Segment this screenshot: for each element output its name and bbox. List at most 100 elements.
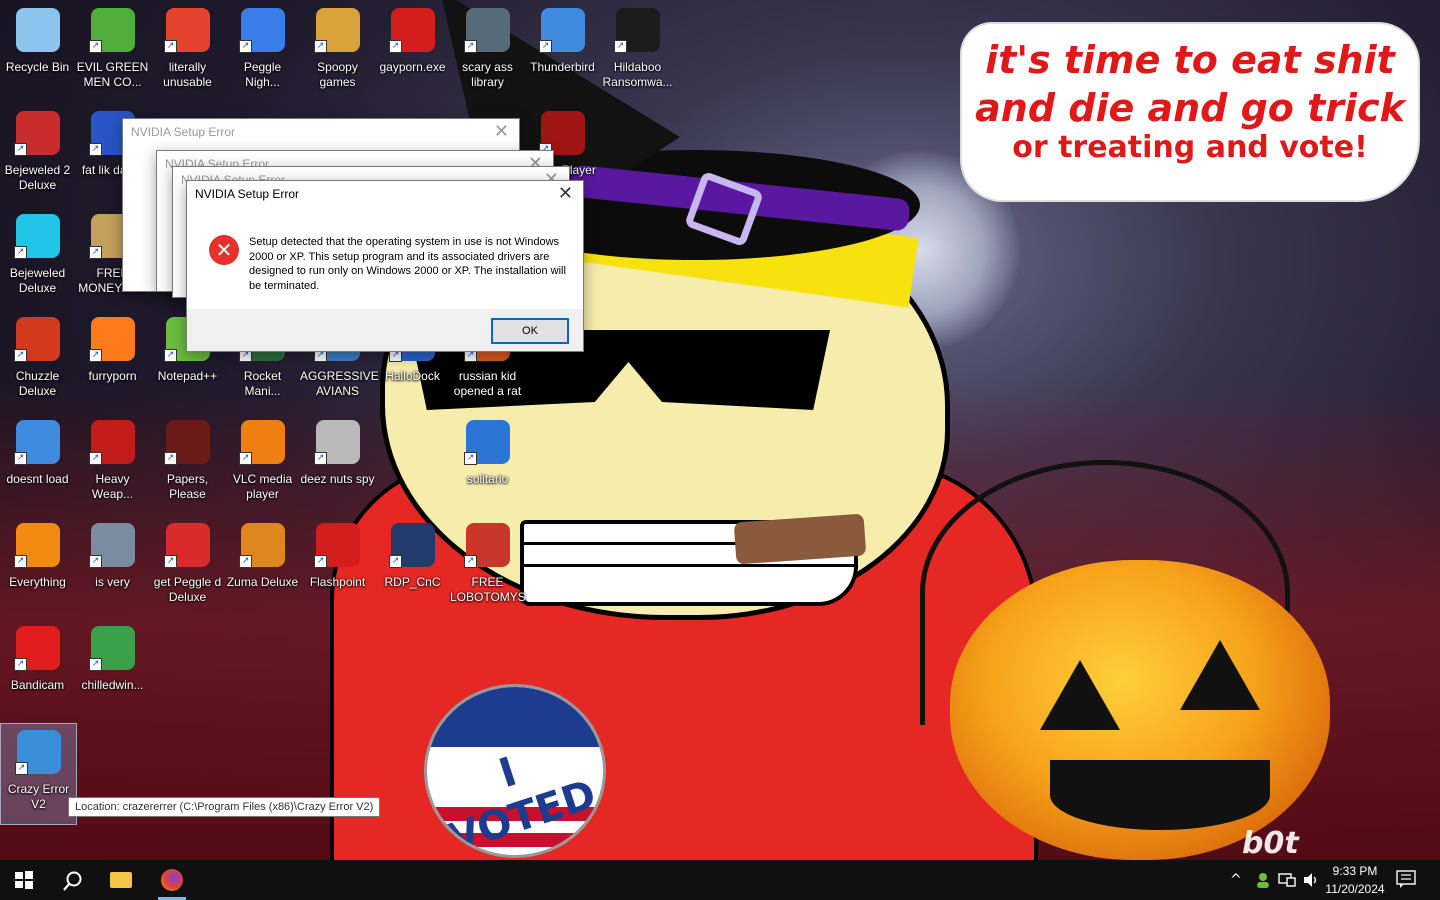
desktop-icon-thunderbird[interactable]: ↗ Thunderbird: [525, 2, 600, 102]
shortcut-arrow-icon: ↗: [314, 40, 327, 53]
desktop-icon-zuma[interactable]: ↗ Zuma Deluxe: [225, 517, 300, 617]
shortcut-arrow-icon: ↗: [614, 40, 627, 53]
desktop-icon-shield-m[interactable]: ↗ is very: [75, 517, 150, 617]
desktop-icon-radiation[interactable]: ↗ Heavy Weap...: [75, 414, 150, 514]
desktop-icon-firefox[interactable]: ↗ furryporn: [75, 311, 150, 411]
desktop-icon-label: Heavy Weap...: [91, 472, 134, 501]
desktop-icon-label: doesnt load: [6, 472, 69, 486]
desktop-icon-recycle-bin[interactable]: Recycle Bin: [0, 2, 75, 102]
recycle-bin-icon: [16, 8, 60, 52]
desktop-icon-flash[interactable]: ↗ gayporn.exe: [375, 2, 450, 102]
bubble-line-2: and die and go trick: [975, 86, 1405, 130]
firefox-icon: [161, 869, 183, 891]
notification-icon: [1396, 870, 1416, 888]
pumpkin-mouth: [1050, 760, 1270, 830]
shortcut-arrow-icon: ↗: [89, 349, 102, 362]
desktop-icon-windows-stack[interactable]: ↗ deez nuts spy: [300, 414, 375, 514]
shortcut-arrow-icon: ↗: [239, 555, 252, 568]
desktop-icon-magnifier[interactable]: ↗ Everything: [0, 517, 75, 617]
error-icon: ✕: [209, 235, 239, 265]
desktop-icon-cards[interactable]: ↗ solitario: [450, 414, 525, 514]
desktop-icon-bejeweled2[interactable]: ↗ Bejeweled 2 Deluxe: [0, 105, 75, 205]
desktop-icon-rdp[interactable]: ↗ RDP_CnC: [375, 517, 450, 617]
shortcut-arrow-icon: ↗: [14, 143, 27, 156]
shortcut-arrow-icon: ↗: [14, 349, 27, 362]
desktop-icon-record[interactable]: ↗ Bandicam: [0, 620, 75, 720]
shortcut-arrow-icon: ↗: [389, 40, 402, 53]
people-tray-icon[interactable]: [1254, 860, 1272, 900]
desktop-icon-lobotomy[interactable]: ↗ FREE LOBOTOMYS: [450, 517, 526, 617]
desktop-icon-label: Flashpoint: [309, 575, 366, 589]
close-icon[interactable]: ✕: [494, 121, 509, 142]
desktop-icon-gem[interactable]: ↗ Bejeweled Deluxe: [0, 208, 75, 308]
search-button[interactable]: [48, 860, 96, 900]
desktop-icon-peggle[interactable]: ↗ Peggle Nigh...: [225, 2, 300, 102]
shortcut-arrow-icon: ↗: [164, 452, 177, 465]
speaker-icon: [1304, 873, 1317, 887]
desktop-icon-label: Bejeweled 2 Deluxe: [4, 163, 71, 192]
desktop-icon-folder[interactable]: ↗ Spoopy games: [300, 2, 375, 102]
shortcut-arrow-icon: ↗: [89, 143, 102, 156]
desktop-icon-green-people[interactable]: ↗ EVIL GREEN MEN CO...: [75, 2, 150, 102]
shortcut-arrow-icon: ↗: [89, 658, 102, 671]
desktop-icon-label: RDP_CnC: [384, 575, 441, 589]
taskbar: ^ 9:33 PM 11/20/2024: [0, 860, 1440, 900]
shortcut-arrow-icon: ↗: [464, 555, 477, 568]
desktop-icon-label: HalloDock: [385, 369, 440, 383]
shortcut-arrow-icon: ↗: [89, 452, 102, 465]
show-hidden-icons-button[interactable]: ^: [1230, 860, 1242, 900]
desktop-icon-library[interactable]: ↗ scary ass library: [450, 2, 525, 102]
desktop-icon-label: Peggle Nigh...: [243, 60, 282, 89]
desktop-icon-label: scary ass library: [462, 60, 513, 89]
network-icon: [1278, 873, 1296, 887]
desktop-icon-label: solitario: [466, 472, 509, 486]
desktop-icon-label: Bandicam: [10, 678, 65, 692]
desktop-icon-label: Hildaboo Ransomwa...: [602, 60, 673, 89]
firefox-taskbar-button[interactable]: [148, 860, 196, 900]
shortcut-arrow-icon: ↗: [239, 452, 252, 465]
windows-logo-icon: [15, 871, 33, 889]
shortcut-arrow-icon: ↗: [15, 762, 28, 775]
chevron-up-icon: ^: [1230, 872, 1242, 888]
shortcut-arrow-icon: ↗: [389, 555, 402, 568]
shortcut-arrow-icon: ↗: [89, 40, 102, 53]
desktop-icon-windows-xp[interactable]: ↗ chilledwin...: [75, 620, 150, 720]
volume-tray-icon[interactable]: [1302, 860, 1320, 900]
desktop-icon-yashma[interactable]: ↗ Hildaboo Ransomwa...: [600, 2, 675, 102]
desktop-icon-label: Chuzzle Deluxe: [15, 369, 60, 398]
shortcut-arrow-icon: ↗: [164, 349, 177, 362]
desktop-icon-label: EVIL GREEN MEN CO...: [76, 60, 149, 89]
desktop-icon-papers[interactable]: ↗ Papers, Please: [150, 414, 225, 514]
desktop-icon-label: FREE LOBOTOMYS: [450, 575, 526, 604]
search-icon: [63, 871, 82, 891]
person-icon: [1257, 873, 1269, 888]
desktop-icon-thunderbird2[interactable]: ↗ doesnt load: [0, 414, 75, 514]
close-icon[interactable]: ✕: [558, 183, 573, 204]
bubble-line-1: it's time to eat shit: [985, 38, 1395, 82]
folder-icon: [110, 872, 132, 888]
shortcut-arrow-icon: ↗: [464, 40, 477, 53]
network-tray-icon[interactable]: [1278, 860, 1296, 900]
action-center-button[interactable]: [1396, 870, 1416, 888]
clock-date: 11/20/2024: [1325, 882, 1385, 896]
desktop-icon-peggle-deluxe[interactable]: ↗ get Peggle d Deluxe: [150, 517, 225, 617]
i-voted-sticker: I VOTED: [424, 684, 606, 858]
desktop-icon-label: deez nuts spy: [300, 472, 375, 486]
dialog-footer: OK: [187, 309, 583, 351]
shortcut-arrow-icon: ↗: [14, 555, 27, 568]
start-button[interactable]: [0, 860, 48, 900]
nvidia-error-dialog[interactable]: NVIDIA Setup Error ✕ ✕ Setup detected th…: [186, 180, 584, 352]
desktop-icon-chrome[interactable]: ↗ literally unusable: [150, 2, 225, 102]
ok-button[interactable]: OK: [491, 318, 569, 344]
desktop-icon-vlc-cone[interactable]: ↗ VLC media player: [225, 414, 300, 514]
desktop-icon-label: Everything: [9, 575, 66, 589]
system-clock[interactable]: 9:33 PM 11/20/2024: [1320, 862, 1390, 898]
desktop-icon-chuzzle[interactable]: ↗ Chuzzle Deluxe: [0, 311, 75, 411]
desktop-icon-label: get Peggle d Deluxe: [153, 575, 222, 604]
shortcut-arrow-icon: ↗: [164, 40, 177, 53]
shortcut-arrow-icon: ↗: [314, 452, 327, 465]
desktop-icon-flashpoint[interactable]: ↗ Flashpoint: [300, 517, 375, 617]
shortcut-arrow-icon: ↗: [164, 555, 177, 568]
desktop-icon-error-window[interactable]: ↗ Crazy Error V2: [0, 723, 77, 825]
file-explorer-button[interactable]: [98, 860, 146, 900]
